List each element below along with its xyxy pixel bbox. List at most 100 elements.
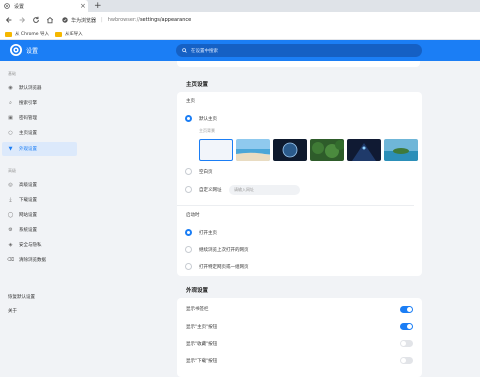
- option-blank-page: 空白页: [199, 170, 213, 175]
- url-separator: |: [101, 17, 103, 23]
- bookmarks-bar: 从 Chrome 导入 从IE导入: [0, 28, 480, 40]
- browser-icon: ◉: [8, 85, 13, 91]
- browser-logo-icon: [10, 44, 22, 56]
- startup-label: 启动时: [186, 213, 200, 218]
- sidebar-item-label: 关于: [8, 309, 17, 314]
- search-icon: [182, 48, 187, 53]
- url-path: settings/appearance: [139, 17, 192, 23]
- sidebar-item-label: 系统设置: [19, 228, 37, 233]
- bookmark-import-chrome[interactable]: 从 Chrome 导入: [5, 31, 49, 37]
- bookmark-import-ie[interactable]: 从IE导入: [55, 31, 83, 37]
- row-home-button-label: 显示"主页"按钮: [186, 325, 218, 330]
- theme-thumb-blank[interactable]: [199, 139, 233, 161]
- theme-thumb-island[interactable]: [384, 139, 418, 161]
- radio-custom-url[interactable]: [185, 186, 192, 193]
- sidebar-item-label: 外观设置: [19, 147, 37, 152]
- theme-thumb-earth[interactable]: [273, 139, 307, 161]
- sidebar-item-reset[interactable]: 恢复默认设置: [2, 290, 77, 304]
- bookmark-label: 从 Chrome 导入: [15, 32, 50, 37]
- sidebar-item-label: 默认浏览器: [19, 86, 42, 91]
- sidebar-item-label: 高级设置: [19, 183, 37, 188]
- settings-search-input[interactable]: 在设置中搜索: [176, 44, 422, 57]
- folder-icon: [5, 31, 12, 37]
- theme-thumb-night[interactable]: [347, 139, 381, 161]
- homepage-label: 主页: [186, 99, 195, 104]
- sidebar-item-search-engine[interactable]: ⌕ 搜索引擎: [2, 96, 77, 110]
- radio-blank-page[interactable]: [185, 168, 192, 175]
- row-download-button-label: 显示"下载"按钮: [186, 359, 218, 364]
- sidebar-item-label: 主页设置: [19, 131, 37, 136]
- home-icon[interactable]: [45, 15, 55, 25]
- secure-shield-icon: [62, 17, 68, 23]
- sidebar-item-label: 网站设置: [19, 213, 37, 218]
- toggle-home-button[interactable]: [400, 323, 413, 330]
- sidebar-item-appearance[interactable]: ▼ 外观设置: [2, 142, 77, 156]
- reload-icon[interactable]: [31, 15, 41, 25]
- appearance-icon: ▼: [8, 146, 13, 152]
- toggle-bookmarks-bar[interactable]: [400, 306, 413, 313]
- system-icon: ⚙: [8, 227, 13, 233]
- forward-icon[interactable]: [17, 15, 27, 25]
- theme-thumb-forest[interactable]: [310, 139, 344, 161]
- sidebar-item-homepage[interactable]: ○ 主页设置: [2, 126, 77, 140]
- back-icon[interactable]: [4, 15, 14, 25]
- radio-startup-specific[interactable]: [185, 263, 192, 270]
- option-default-homepage: 默认主页: [199, 117, 217, 122]
- sidebar-item-about[interactable]: 关于: [2, 304, 77, 318]
- option-startup-continue: 继续浏览上次打开的网页: [199, 248, 249, 253]
- sidebar-item-label: 搜索引擎: [19, 101, 37, 106]
- sidebar-group-basic: 基础: [8, 71, 16, 76]
- tab-close-icon[interactable]: ×: [80, 1, 86, 11]
- sidebar-item-advanced[interactable]: ◎ 高级设置: [2, 178, 77, 192]
- settings-tab-icon: [4, 3, 10, 9]
- section-title-homepage: 主页设置: [186, 82, 209, 88]
- sidebar-item-system[interactable]: ⚙ 系统设置: [2, 223, 77, 237]
- sidebar-item-downloads[interactable]: ⤓ 下载设置: [2, 193, 77, 207]
- section-title-appearance: 外观设置: [186, 288, 209, 294]
- option-custom-url: 自定义网址: [199, 188, 222, 193]
- sidebar-item-clear-data[interactable]: ⌫ 清除浏览数据: [2, 253, 77, 267]
- home-icon: ○: [8, 130, 13, 136]
- sidebar-item-label: 下载设置: [19, 198, 37, 203]
- download-icon: ⤓: [9, 197, 12, 203]
- url-host: hwbrowser://: [107, 17, 140, 23]
- sidebar-item-label: 清除浏览数据: [19, 258, 46, 263]
- bookmark-label: 从IE导入: [65, 32, 83, 37]
- sidebar-item-sites[interactable]: ◯ 网站设置: [2, 208, 77, 222]
- security-icon: ◈: [8, 242, 13, 248]
- sidebar-item-security[interactable]: ◈ 安全与隐私: [2, 238, 77, 252]
- row-favorites-button-label: 显示"收藏"按钮: [186, 342, 218, 347]
- toggle-favorites-button[interactable]: [400, 340, 413, 347]
- settings-sidebar: 基础 ◉ 默认浏览器 ⌕ 搜索引擎 ▣ 密码管理 ○ 主页设置 ▼ 外观设置 高…: [0, 61, 170, 377]
- custom-url-input[interactable]: 请输入网址: [229, 185, 300, 195]
- row-bookmarks-bar-label: 显示书签栏: [186, 307, 209, 312]
- theme-label: 主页背景: [199, 128, 215, 133]
- sidebar-item-label: 密码管理: [19, 116, 37, 121]
- option-startup-home: 打开主页: [199, 231, 217, 236]
- browser-name: 华为浏览器: [71, 17, 97, 24]
- sidebar-group-advanced: 高级: [8, 168, 16, 173]
- sidebar-item-default-browser[interactable]: ◉ 默认浏览器: [2, 81, 77, 95]
- url-field[interactable]: 华为浏览器 | hwbrowser:// settings/appearance: [62, 15, 412, 25]
- search-placeholder: 在设置中搜索: [191, 48, 218, 54]
- section-divider: [177, 205, 414, 206]
- page-title: 设置: [26, 48, 39, 55]
- new-tab-button[interactable]: +: [94, 0, 102, 12]
- appearance-card: [177, 298, 422, 377]
- folder-icon: [55, 31, 62, 37]
- search-engine-icon: ⌕: [9, 100, 12, 106]
- tab-strip: 设置 × +: [0, 0, 480, 12]
- previous-card-bottom: [177, 61, 420, 67]
- radio-startup-home[interactable]: [185, 229, 192, 236]
- option-startup-specific: 打开特定网页或一组网页: [199, 265, 249, 270]
- toggle-download-button[interactable]: [400, 357, 413, 364]
- sidebar-item-label: 恢复默认设置: [8, 295, 35, 300]
- site-icon: ◯: [7, 212, 14, 218]
- tab-settings[interactable]: 设置 ×: [0, 0, 88, 12]
- custom-url-placeholder: 请输入网址: [234, 187, 254, 192]
- radio-startup-continue[interactable]: [185, 246, 192, 253]
- sidebar-item-passwords[interactable]: ▣ 密码管理: [2, 111, 77, 125]
- theme-thumb-beach[interactable]: [236, 139, 270, 161]
- radio-default-homepage[interactable]: [185, 115, 192, 122]
- settings-header: 设置 在设置中搜索: [0, 40, 480, 61]
